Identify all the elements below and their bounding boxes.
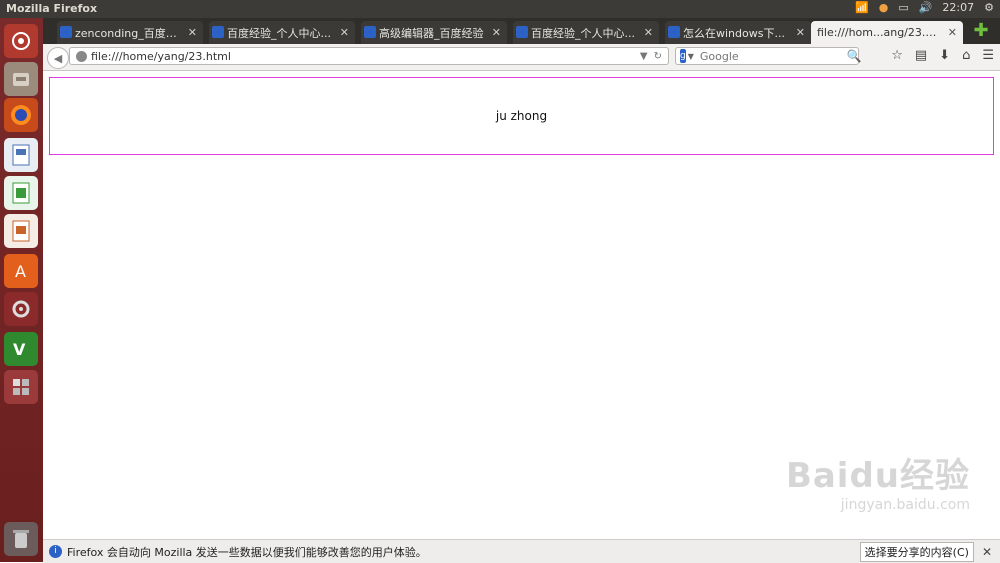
files-icon[interactable] xyxy=(4,62,38,96)
new-tab-plus-icon[interactable]: ✚ xyxy=(972,22,990,40)
baidu-favicon-icon xyxy=(516,26,528,38)
baidu-favicon-icon xyxy=(212,26,224,38)
globe-icon xyxy=(76,50,87,62)
baidu-favicon-icon xyxy=(60,26,72,38)
svg-text:V: V xyxy=(13,340,26,359)
calc-icon[interactable] xyxy=(4,176,38,210)
url-bar[interactable]: file:///home/yang/23.html ▼ ↻ xyxy=(69,47,669,65)
url-text[interactable]: file:///home/yang/23.html xyxy=(91,50,640,63)
tab-strip: zenconding_百度搜索 ✕ 百度经验_个人中心... ✕ 高级编辑器_百… xyxy=(43,18,1000,44)
tab-local-file[interactable]: file:///hom...ang/23.html ✕ xyxy=(811,21,963,44)
system-top-bar: Mozilla Firefox 📶 ● ▭ 🔊 22:07 ⚙ xyxy=(0,0,1000,18)
menu-hamburger-icon[interactable]: ☰ xyxy=(982,48,994,63)
tab-jingyan-personal-2[interactable]: 百度经验_个人中心... ✕ xyxy=(513,21,659,44)
watermark-brand: Baidu经验 xyxy=(785,456,970,496)
notification-text: Firefox 会自动向 Mozilla 发送一些数据以便我们能够改善您的用户体… xyxy=(67,545,427,559)
workspace-switcher-icon[interactable] xyxy=(4,370,38,404)
system-indicators: 📶 ● ▭ 🔊 22:07 ⚙ xyxy=(855,1,994,14)
choose-share-button[interactable]: 选择要分享的内容(C) xyxy=(859,541,974,562)
notification-bar: i Firefox 会自动向 Mozilla 发送一些数据以便我们能够改善您的用… xyxy=(43,539,1000,563)
centered-box: ju zhong xyxy=(49,77,994,155)
system-settings-icon[interactable] xyxy=(4,292,38,326)
google-engine-icon[interactable]: g xyxy=(680,49,686,63)
tab-label: 百度经验_个人中心... xyxy=(227,26,331,40)
wifi-icon[interactable]: 📶 xyxy=(855,1,869,14)
navigation-toolbar: ◀ file:///home/yang/23.html ▼ ↻ g ▼ 🔍 ☆ … xyxy=(43,44,1000,71)
tab-label: zenconding_百度搜索 xyxy=(75,26,182,40)
close-icon[interactable]: ✕ xyxy=(948,26,957,39)
search-input[interactable] xyxy=(697,48,847,64)
page-content: ju zhong Baidu经验 jingyan.baidu.com xyxy=(43,71,1000,539)
tab-windows-howto[interactable]: 怎么在windows下... ✕ xyxy=(665,21,811,44)
bookmark-star-icon[interactable]: ☆ xyxy=(891,48,903,63)
tab-jingyan-personal-1[interactable]: 百度经验_个人中心... ✕ xyxy=(209,21,355,44)
watermark-url: jingyan.baidu.com xyxy=(840,497,970,513)
baidu-watermark: Baidu经验 jingyan.baidu.com xyxy=(786,448,970,513)
home-icon[interactable]: ⌂ xyxy=(962,48,970,63)
window-title: Mozilla Firefox xyxy=(6,2,98,15)
reload-icon[interactable]: ↻ xyxy=(654,51,662,62)
info-icon: i xyxy=(49,545,62,558)
close-icon[interactable]: ✕ xyxy=(796,26,805,39)
software-center-icon[interactable]: A xyxy=(4,254,38,288)
tab-label: 高级编辑器_百度经验 xyxy=(379,26,484,40)
baidu-favicon-icon xyxy=(364,26,376,38)
search-icon[interactable]: 🔍 xyxy=(847,49,862,63)
dash-icon[interactable] xyxy=(4,24,38,58)
download-arrow-icon[interactable]: ⬇ xyxy=(939,48,950,63)
close-icon[interactable]: ✕ xyxy=(644,26,653,39)
trash-icon[interactable] xyxy=(4,522,38,556)
tab-label: 百度经验_个人中心... xyxy=(531,26,635,40)
settings-gear-icon[interactable]: ⚙ xyxy=(984,1,994,14)
tab-label: 怎么在windows下... xyxy=(683,26,785,40)
tab-label: file:///hom...ang/23.html xyxy=(817,26,942,39)
writer-icon[interactable] xyxy=(4,138,38,172)
close-icon[interactable]: ✕ xyxy=(492,26,501,39)
ubuntu-launcher: A V xyxy=(0,18,43,562)
firefox-icon[interactable] xyxy=(4,98,38,132)
close-icon[interactable]: ✕ xyxy=(982,545,992,559)
impress-icon[interactable] xyxy=(4,214,38,248)
close-icon[interactable]: ✕ xyxy=(340,26,349,39)
vim-icon[interactable]: V xyxy=(4,332,38,366)
close-icon[interactable]: ✕ xyxy=(188,26,197,39)
battery-icon[interactable]: ▭ xyxy=(898,1,908,14)
search-bar[interactable]: g ▼ 🔍 xyxy=(675,47,862,65)
dropdown-arrow-icon[interactable]: ▼ xyxy=(640,51,648,62)
engine-dropdown-icon[interactable]: ▼ xyxy=(688,52,694,61)
tab-zenconding[interactable]: zenconding_百度搜索 ✕ xyxy=(57,21,203,44)
volume-icon[interactable]: 🔊 xyxy=(919,1,933,14)
baidu-favicon-icon xyxy=(668,26,680,38)
updates-icon[interactable]: ● xyxy=(879,1,889,14)
clock[interactable]: 22:07 xyxy=(942,1,974,14)
back-arrow-icon[interactable]: ◀ xyxy=(47,47,69,69)
svg-text:A: A xyxy=(15,262,26,281)
tab-advanced-editor[interactable]: 高级编辑器_百度经验 ✕ xyxy=(361,21,507,44)
reading-list-icon[interactable]: ▤ xyxy=(915,48,927,63)
box-text: ju zhong xyxy=(495,109,548,123)
